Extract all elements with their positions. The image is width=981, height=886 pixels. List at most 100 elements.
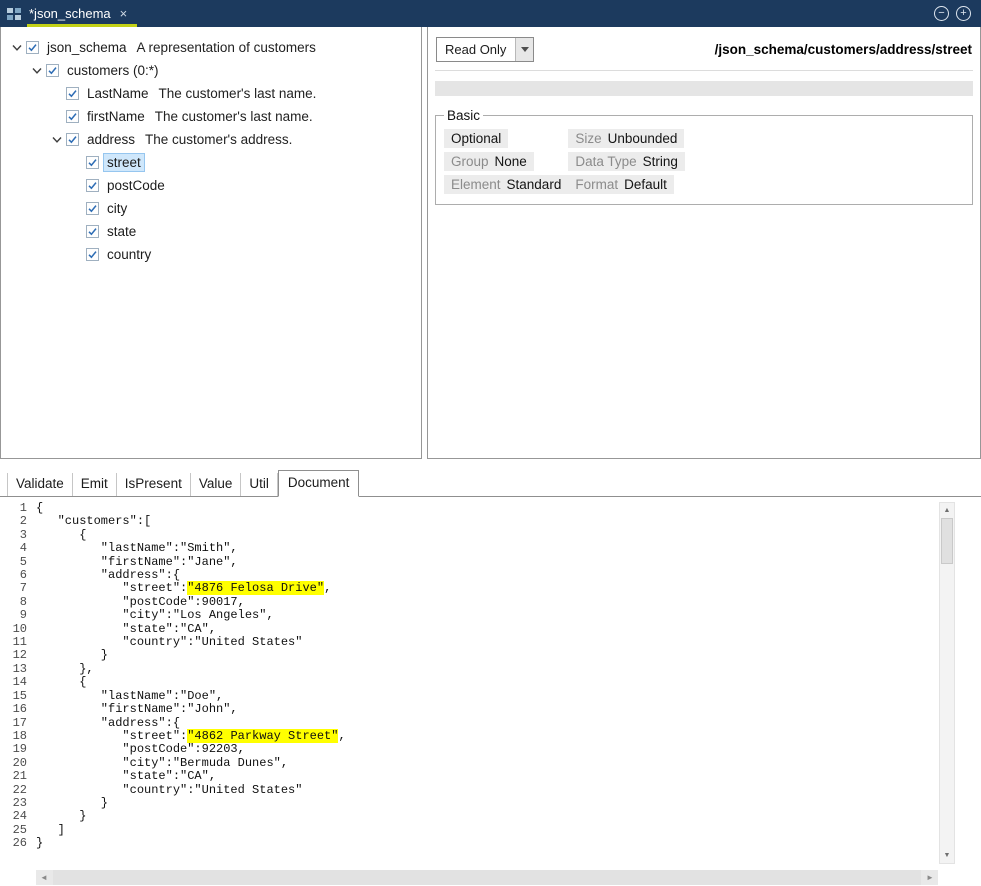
code-text: "city":"Los Angeles", xyxy=(36,609,274,622)
prop-size: SizeUnbounded xyxy=(568,129,684,148)
tree-item-country[interactable]: country xyxy=(1,243,421,266)
line-number: 22 xyxy=(0,784,27,797)
tree-item-customers-0[interactable]: customers (0:*) xyxy=(1,59,421,82)
line-number: 10 xyxy=(0,623,27,636)
tree-item-label: city xyxy=(104,200,130,217)
line-number: 23 xyxy=(0,797,27,810)
line-number: 19 xyxy=(0,743,27,756)
document-editor[interactable]: 1{2 "customers":[3 {4 "lastName":"Smith"… xyxy=(0,497,981,869)
tree-item-json-schema[interactable]: json_schemaA representation of customers xyxy=(1,36,421,59)
schema-path: /json_schema/customers/address/street xyxy=(715,42,972,57)
chevron-down-icon[interactable] xyxy=(47,137,66,143)
tab-value[interactable]: Value xyxy=(191,473,242,496)
code-line[interactable]: 20 "city":"Bermuda Dunes", xyxy=(0,757,981,770)
code-line[interactable]: 15 "lastName":"Doe", xyxy=(0,690,981,703)
prop-data-type: Data TypeString xyxy=(568,152,685,171)
code-line[interactable]: 14 { xyxy=(0,676,981,689)
code-area[interactable]: 1{2 "customers":[3 {4 "lastName":"Smith"… xyxy=(0,497,981,851)
code-line[interactable]: 10 "state":"CA", xyxy=(0,623,981,636)
code-text: "country":"United States" xyxy=(36,784,302,797)
horizontal-scrollbar[interactable]: ◄ ► xyxy=(36,870,938,885)
tree-item-street[interactable]: street xyxy=(1,151,421,174)
tree-item-address[interactable]: addressThe customer's address. xyxy=(1,128,421,151)
close-icon[interactable]: × xyxy=(120,6,128,21)
line-number: 5 xyxy=(0,556,27,569)
tab-emit[interactable]: Emit xyxy=(73,473,117,496)
scroll-left-icon[interactable]: ◄ xyxy=(36,873,52,882)
code-line[interactable]: 11 "country":"United States" xyxy=(0,636,981,649)
code-line[interactable]: 6 "address":{ xyxy=(0,569,981,582)
code-line[interactable]: 23 } xyxy=(0,797,981,810)
line-number: 7 xyxy=(0,582,27,595)
tree-item-description: The customer's last name. xyxy=(155,109,313,124)
code-line[interactable]: 12 } xyxy=(0,649,981,662)
code-line[interactable]: 17 "address":{ xyxy=(0,717,981,730)
tree-item-firstname[interactable]: firstName The customer's last name. xyxy=(1,105,421,128)
code-line[interactable]: 9 "city":"Los Angeles", xyxy=(0,609,981,622)
tree-item-state[interactable]: state xyxy=(1,220,421,243)
tree-item-postcode[interactable]: postCode xyxy=(1,174,421,197)
line-number: 24 xyxy=(0,810,27,823)
line-number: 20 xyxy=(0,757,27,770)
chevron-down-icon[interactable] xyxy=(27,68,46,74)
line-number: 15 xyxy=(0,690,27,703)
basic-fields: OptionalSizeUnboundedGroupNoneData TypeS… xyxy=(444,129,964,194)
code-line[interactable]: 13 }, xyxy=(0,663,981,676)
code-line[interactable]: 24 } xyxy=(0,810,981,823)
document-tab-json-schema[interactable]: *json_schema × xyxy=(27,0,137,27)
read-only-select-value: Read Only xyxy=(437,38,515,61)
collapse-all-icon[interactable]: − xyxy=(934,6,949,21)
code-line[interactable]: 25 ] xyxy=(0,824,981,837)
code-line[interactable]: 22 "country":"United States" xyxy=(0,784,981,797)
line-number: 14 xyxy=(0,676,27,689)
tree-item-city[interactable]: city xyxy=(1,197,421,220)
tab-ispresent[interactable]: IsPresent xyxy=(117,473,191,496)
vertical-scrollbar[interactable]: ▲ ▼ xyxy=(939,502,955,864)
tree-item-lastname[interactable]: LastNameThe customer's last name. xyxy=(1,82,421,105)
tab-util[interactable]: Util xyxy=(241,473,278,496)
line-number: 6 xyxy=(0,569,27,582)
read-only-select[interactable]: Read Only xyxy=(436,37,534,62)
code-text: { xyxy=(36,502,43,515)
code-text: ] xyxy=(36,824,65,837)
code-text: "state":"CA", xyxy=(36,623,216,636)
element-icon xyxy=(86,156,104,169)
prop-group: GroupNone xyxy=(444,152,534,171)
code-line[interactable]: 21 "state":"CA", xyxy=(0,770,981,783)
scroll-up-icon[interactable]: ▲ xyxy=(940,503,954,518)
chevron-down-icon[interactable] xyxy=(7,45,26,51)
code-line[interactable]: 5 "firstName":"Jane", xyxy=(0,556,981,569)
code-line[interactable]: 3 { xyxy=(0,529,981,542)
code-line[interactable]: 2 "customers":[ xyxy=(0,515,981,528)
code-line[interactable]: 16 "firstName":"John", xyxy=(0,703,981,716)
code-text: } xyxy=(36,810,86,823)
code-line[interactable]: 19 "postCode":92203, xyxy=(0,743,981,756)
line-number: 13 xyxy=(0,663,27,676)
code-line[interactable]: 4 "lastName":"Smith", xyxy=(0,542,981,555)
code-line[interactable]: 18 "street":"4862 Parkway Street", xyxy=(0,730,981,743)
tab-validate[interactable]: Validate xyxy=(7,473,73,496)
code-line[interactable]: 8 "postCode":90017, xyxy=(0,596,981,609)
code-line[interactable]: 1{ xyxy=(0,502,981,515)
code-line[interactable]: 26} xyxy=(0,837,981,850)
horizontal-scroll-track[interactable] xyxy=(53,870,921,885)
expand-all-icon[interactable]: + xyxy=(956,6,971,21)
tree-item-label: customers (0:*) xyxy=(64,62,162,79)
prop-label: Size xyxy=(575,131,601,146)
code-line[interactable]: 7 "street":"4876 Felosa Drive", xyxy=(0,582,981,595)
line-number: 2 xyxy=(0,515,27,528)
chevron-down-icon[interactable] xyxy=(515,38,533,61)
line-number: 17 xyxy=(0,717,27,730)
scroll-right-icon[interactable]: ► xyxy=(922,873,938,882)
line-number: 3 xyxy=(0,529,27,542)
tab-document[interactable]: Document xyxy=(278,470,360,497)
tree-item-label: firstName xyxy=(84,108,148,125)
element-icon xyxy=(86,248,104,261)
vertical-scroll-thumb[interactable] xyxy=(941,518,953,564)
element-icon xyxy=(86,225,104,238)
code-text: "lastName":"Smith", xyxy=(36,542,238,555)
line-number: 26 xyxy=(0,837,27,850)
prop-value: None xyxy=(495,154,527,169)
scroll-down-icon[interactable]: ▼ xyxy=(940,848,954,863)
line-number: 25 xyxy=(0,824,27,837)
